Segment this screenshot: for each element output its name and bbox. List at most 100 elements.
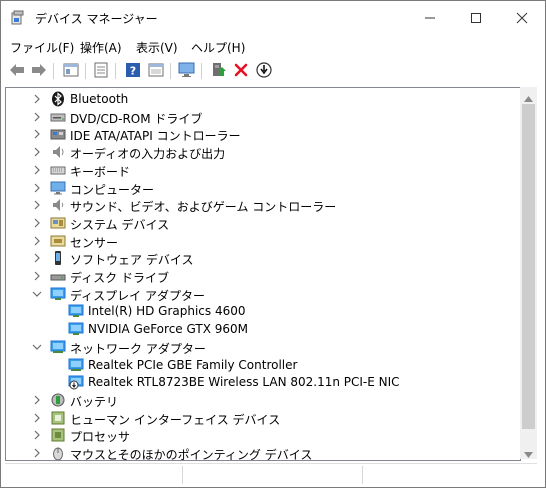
- close-button[interactable]: [499, 1, 545, 35]
- bluetooth-icon: [50, 91, 66, 107]
- toolbar-separator: [85, 63, 86, 79]
- device-category[interactable]: マウスとそのほかのポインティング デバイス: [6, 444, 506, 460]
- device-label: ディスプレイ アダプター: [70, 288, 205, 303]
- expand-chevron-icon[interactable]: [32, 93, 42, 105]
- device-label: サウンド、ビデオ、およびゲーム コントローラー: [70, 200, 337, 215]
- properties-button[interactable]: [61, 61, 81, 81]
- svg-text:?: ?: [130, 64, 136, 77]
- vertical-scrollbar[interactable]: [520, 87, 537, 459]
- device-item[interactable]: Realtek PCIe GBE Family Controller: [6, 356, 506, 374]
- device-category[interactable]: ネットワーク アダプター: [6, 338, 506, 356]
- scan-hardware-button[interactable]: [177, 61, 197, 81]
- expand-chevron-icon[interactable]: [32, 252, 42, 264]
- expand-chevron-icon[interactable]: [32, 235, 42, 247]
- device-category[interactable]: ディスプレイ アダプター: [6, 285, 506, 303]
- device-tree[interactable]: Bluetooth DVD/CD-ROM ドライブ IDE ATA/ATAPI コン…: [5, 87, 521, 461]
- scrollbar-thumb[interactable]: [522, 104, 535, 429]
- disk-drive-icon: [50, 268, 66, 284]
- collapse-chevron-icon[interactable]: [32, 341, 42, 353]
- device-label: システム デバイス: [70, 217, 170, 232]
- view-button[interactable]: [146, 61, 166, 81]
- display-adapter-icon: [68, 303, 84, 319]
- minimize-button[interactable]: [407, 1, 453, 35]
- device-category[interactable]: IDE ATA/ATAPI コントローラー: [6, 125, 506, 143]
- keyboard-icon: [50, 162, 66, 178]
- menu-bar: ファイル(F) 操作(A) 表示(V) ヘルプ(H): [1, 35, 545, 57]
- device-category[interactable]: コンピューター: [6, 179, 506, 197]
- toolbar: ?: [1, 57, 545, 85]
- device-category[interactable]: DVD/CD-ROM ドライブ: [6, 108, 506, 126]
- device-item[interactable]: Realtek RTL8723BE Wireless LAN 802.11n P…: [6, 373, 506, 391]
- computer-icon: [50, 180, 66, 196]
- status-bar: [5, 463, 537, 486]
- device-label: Bluetooth: [70, 92, 129, 106]
- expand-chevron-icon[interactable]: [32, 429, 42, 441]
- mouse-icon: [50, 445, 66, 460]
- device-label: ヒューマン インターフェイス デバイス: [70, 412, 281, 427]
- back-button[interactable]: [7, 61, 27, 81]
- monitor-scan-icon: [178, 62, 196, 81]
- device-category[interactable]: オーディオの入力および出力: [6, 143, 506, 161]
- device-label: コンピューター: [70, 182, 155, 197]
- menu-view[interactable]: 表示(V): [136, 39, 178, 56]
- menu-help[interactable]: ヘルプ(H): [191, 39, 245, 56]
- disable-device-button[interactable]: [254, 61, 274, 81]
- expand-chevron-icon[interactable]: [32, 412, 42, 424]
- status-pane: [185, 466, 363, 484]
- display-adapter-icon: [50, 286, 66, 302]
- sensor-icon: [50, 233, 66, 249]
- collapse-chevron-icon[interactable]: [32, 288, 42, 300]
- maximize-button[interactable]: [453, 1, 499, 35]
- menu-file[interactable]: ファイル(F): [10, 39, 74, 56]
- expand-chevron-icon[interactable]: [32, 111, 42, 123]
- device-label: ソフトウェア デバイス: [70, 253, 194, 268]
- device-category[interactable]: センサー: [6, 232, 506, 250]
- properties-icon: [63, 62, 79, 81]
- device-label: NVIDIA GeForce GTX 960M: [88, 322, 248, 337]
- help-icon: ?: [125, 62, 141, 81]
- device-label: Intel(R) HD Graphics 4600: [88, 304, 246, 319]
- device-category[interactable]: サウンド、ビデオ、およびゲーム コントローラー: [6, 196, 506, 214]
- help-button[interactable]: ?: [123, 61, 143, 81]
- device-category[interactable]: ディスク ドライブ: [6, 267, 506, 285]
- device-item[interactable]: Intel(R) HD Graphics 4600: [6, 302, 506, 320]
- device-label: DVD/CD-ROM ドライブ: [70, 111, 203, 126]
- device-category[interactable]: キーボード: [6, 161, 506, 179]
- window-title: デバイス マネージャー: [35, 12, 158, 26]
- expand-chevron-icon[interactable]: [32, 164, 42, 176]
- title-bar: デバイス マネージャー: [1, 1, 545, 35]
- network-adapter-icon: [68, 357, 84, 373]
- device-category[interactable]: ソフトウェア デバイス: [6, 249, 506, 267]
- device-category[interactable]: バッテリ: [6, 391, 506, 409]
- expand-chevron-icon[interactable]: [32, 217, 42, 229]
- processor-icon: [50, 427, 66, 443]
- uninstall-button[interactable]: [231, 61, 251, 81]
- toolbar-separator: [201, 63, 202, 79]
- software-device-icon: [50, 250, 66, 266]
- expand-chevron-icon[interactable]: [32, 270, 42, 282]
- uninstall-icon: [234, 63, 248, 80]
- device-item[interactable]: NVIDIA GeForce GTX 960M: [6, 320, 506, 338]
- menu-action[interactable]: 操作(A): [80, 39, 122, 56]
- forward-button[interactable]: [29, 61, 49, 81]
- device-label: センサー: [70, 235, 119, 250]
- list-button[interactable]: [91, 61, 111, 81]
- ide-controller-icon: [50, 126, 66, 142]
- dvd-drive-icon: [50, 109, 66, 125]
- expand-chevron-icon[interactable]: [32, 128, 42, 140]
- scroll-down-icon[interactable]: [524, 447, 533, 461]
- device-category[interactable]: Bluetooth: [6, 90, 506, 108]
- expand-chevron-icon[interactable]: [32, 146, 42, 158]
- back-icon: [9, 63, 25, 80]
- expand-chevron-icon[interactable]: [32, 199, 42, 211]
- device-category[interactable]: ヒューマン インターフェイス デバイス: [6, 409, 506, 427]
- expand-chevron-icon[interactable]: [32, 447, 42, 459]
- update-driver-button[interactable]: [208, 61, 228, 81]
- device-category[interactable]: システム デバイス: [6, 214, 506, 232]
- expand-chevron-icon[interactable]: [32, 182, 42, 194]
- scroll-up-icon[interactable]: [524, 91, 533, 105]
- expand-chevron-icon[interactable]: [32, 394, 42, 406]
- device-category[interactable]: プロセッサ: [6, 426, 506, 444]
- sound-icon: [50, 197, 66, 213]
- network-adapter-icon: [50, 339, 66, 355]
